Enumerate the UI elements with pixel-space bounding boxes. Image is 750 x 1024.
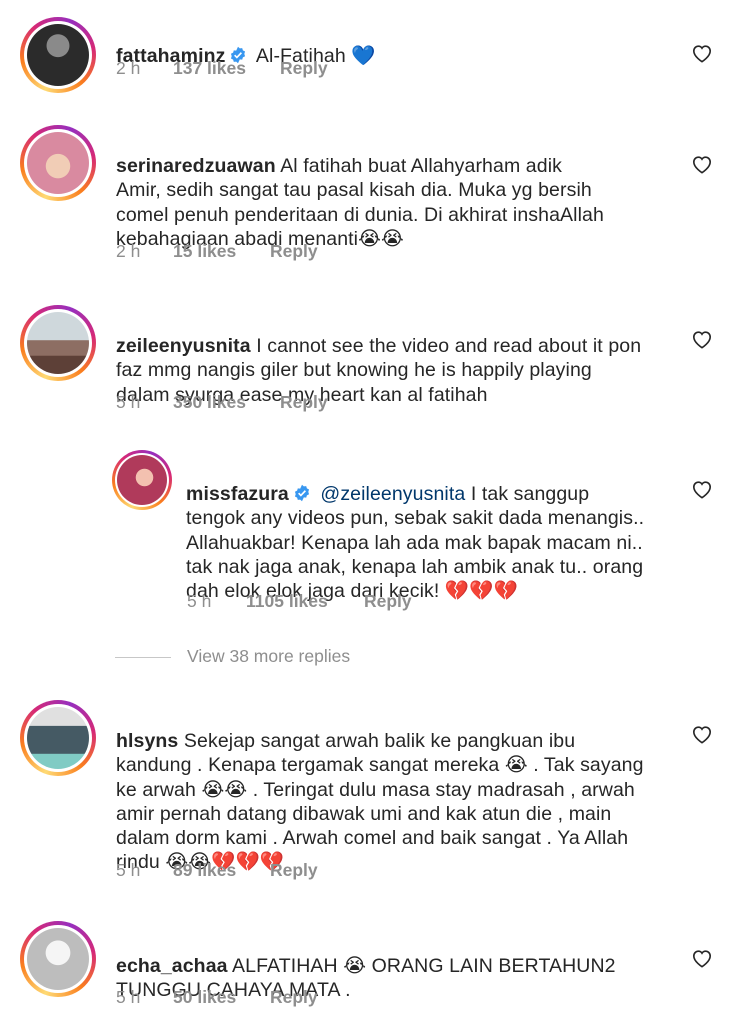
likes-count[interactable]: 50 likes <box>173 987 236 1008</box>
avatar[interactable] <box>20 17 96 93</box>
timestamp: 2 h <box>116 58 141 78</box>
likes-count[interactable]: 15 likes <box>173 241 236 262</box>
avatar[interactable] <box>20 921 96 997</box>
likes-count[interactable]: 137 likes <box>173 58 246 79</box>
heart-outline-icon[interactable] <box>691 329 713 349</box>
avatar[interactable] <box>20 305 96 381</box>
reply-button[interactable]: Reply <box>364 591 412 612</box>
likes-count[interactable]: 1105 likes <box>246 591 328 612</box>
view-more-replies-button[interactable]: View 38 more replies <box>115 646 515 670</box>
verified-badge-icon <box>294 484 309 502</box>
reply-button[interactable]: Reply <box>270 860 318 881</box>
comment-text: serinaredzuawan Al fatihah buat Allahyar… <box>116 130 716 251</box>
heart-outline-icon[interactable] <box>691 43 713 63</box>
reply-button[interactable]: Reply <box>280 58 328 79</box>
timestamp: 5 h <box>187 591 212 611</box>
timestamp: 2 h <box>116 241 141 261</box>
likes-count[interactable]: 89 likes <box>173 860 236 881</box>
username[interactable]: missfazura <box>186 483 289 505</box>
username[interactable]: echa_achaa <box>116 955 228 977</box>
heart-outline-icon[interactable] <box>691 724 713 744</box>
avatar[interactable] <box>20 700 96 776</box>
reply-button[interactable]: Reply <box>270 241 318 262</box>
avatar[interactable] <box>20 125 96 201</box>
comment-body: Sekejap sangat arwah balik ke pangkuan i… <box>116 730 644 874</box>
divider-line <box>115 657 171 658</box>
avatar[interactable] <box>112 450 172 510</box>
username[interactable]: zeileenyusnita <box>116 335 251 357</box>
comment-text: hlsyns Sekejap sangat arwah balik ke pan… <box>116 705 716 874</box>
reply-button[interactable]: Reply <box>280 392 328 413</box>
reply-button[interactable]: Reply <box>270 987 318 1008</box>
view-more-replies-label: View 38 more replies <box>187 646 351 666</box>
timestamp: 5 h <box>116 987 141 1007</box>
timestamp: 5 h <box>116 392 141 412</box>
heart-outline-icon[interactable] <box>691 154 713 174</box>
mention-link[interactable]: @zeileenyusnita <box>320 483 465 505</box>
likes-count[interactable]: 350 likes <box>173 392 246 413</box>
timestamp: 5 h <box>116 860 141 880</box>
username[interactable]: hlsyns <box>116 730 178 752</box>
heart-outline-icon[interactable] <box>691 479 713 499</box>
username[interactable]: serinaredzuawan <box>116 155 276 177</box>
heart-outline-icon[interactable] <box>691 948 713 968</box>
comment-text: missfazura @zeileenyusnita I tak sanggup… <box>186 458 686 603</box>
